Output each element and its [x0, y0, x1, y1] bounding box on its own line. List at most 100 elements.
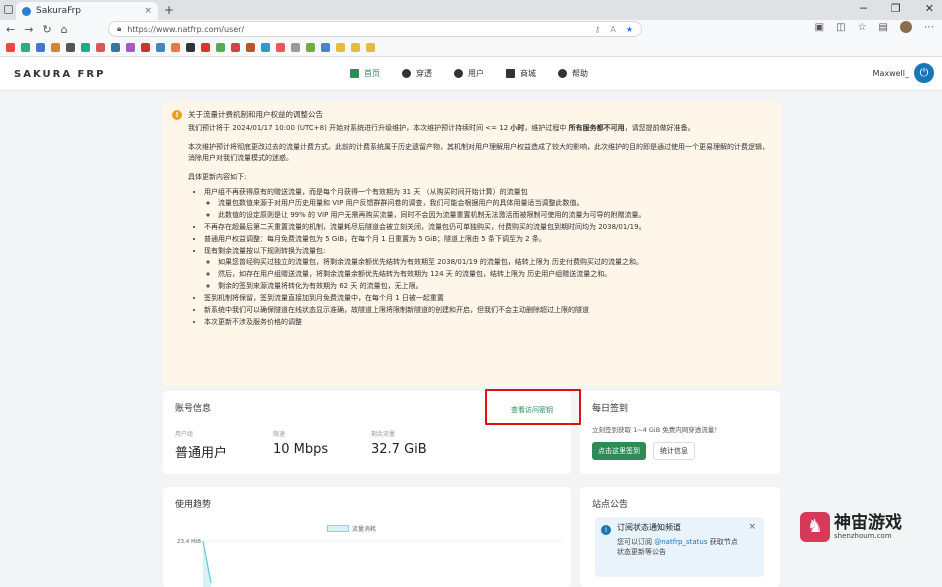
bookmark-icon[interactable]	[321, 42, 330, 52]
stat-remaining-traffic: 剩余流量 32.7 GiB	[371, 429, 469, 461]
lock-icon: 🔒︎	[117, 24, 122, 33]
bookmark-icon[interactable]	[231, 42, 240, 52]
usage-trend-card: 使用趋势 流量消耗 23.4 MiB	[163, 487, 571, 587]
bookmark-icon[interactable]	[291, 42, 300, 52]
globe-icon	[402, 69, 411, 78]
usage-chart: 23.4 MiB	[177, 539, 563, 587]
card-title: 每日签到	[592, 404, 629, 414]
address-bar[interactable]: 🔒︎ https://www.natfrp.com/user/ ⚷ A ★	[108, 21, 642, 37]
window-controls: ─ ❐ ✕	[860, 2, 934, 15]
extension-icon[interactable]: ▣	[815, 22, 824, 33]
list-item: 新系统中我们可以确保隧道在线状态显示准确，故隧道上限将限制新隧道的创建和开启，但…	[204, 305, 771, 316]
close-window-button[interactable]: ✕	[925, 2, 934, 15]
toolbar-right: ▣ ◫ ☆ ▤ ⋯	[815, 21, 934, 33]
bookmark-icon[interactable]	[246, 42, 255, 52]
notice-strong: 小时	[510, 124, 525, 132]
zoom-icon[interactable]: A	[610, 25, 615, 34]
browser-toolbar: ← → ↻ ⌂ 🔒︎ https://www.natfrp.com/user/ …	[0, 20, 942, 38]
checkin-description: 立刻签到获取 1~4 GiB 免费内网穿透流量！	[592, 426, 721, 434]
bookmark-icon[interactable]	[36, 42, 45, 52]
menu-icon[interactable]: ⋯	[924, 22, 934, 33]
tab-close-icon[interactable]: ×	[144, 6, 152, 16]
y-tick-label: 23.4 MiB	[177, 539, 201, 545]
bookmark-icon[interactable]	[171, 42, 180, 52]
announcement-text: 状态更新等公告	[617, 548, 666, 556]
new-tab-button[interactable]: +	[164, 3, 174, 17]
notice-title: 关于流量计费机制和用户权益的调整公告	[188, 110, 323, 119]
announcement-text: 获取节点	[707, 538, 738, 546]
favorite-star-icon[interactable]: ★	[626, 25, 633, 34]
bookmark-icon[interactable]	[51, 42, 60, 52]
profile-avatar[interactable]	[900, 21, 912, 33]
bookmark-icon[interactable]	[21, 42, 30, 52]
stat-label: 剩余流量	[371, 431, 396, 438]
account-stats: 用户组 普通用户 限速 10 Mbps 剩余流量 32.7 GiB	[175, 429, 469, 461]
user-icon	[454, 69, 463, 78]
notice-text: ，请您提前做好准备。	[624, 124, 695, 132]
help-icon	[558, 69, 567, 78]
notice-text: ，维护过程中	[524, 124, 569, 132]
folder-icon[interactable]	[336, 42, 345, 52]
bookmark-icon[interactable]	[201, 42, 210, 52]
checkin-button[interactable]: 点击这里签到	[592, 442, 646, 460]
list-item-text: 现有剩余流量按以下规则转换为流量包:	[204, 247, 326, 255]
checkin-actions: 点击这里签到 统计信息	[592, 442, 768, 460]
list-item: 本次更新不涉及服务价格的调整	[204, 317, 771, 328]
favorites-icon[interactable]: ☆	[858, 22, 867, 33]
bookmark-icon[interactable]	[186, 42, 195, 52]
folder-icon[interactable]	[366, 42, 375, 52]
cart-icon	[506, 69, 515, 78]
notice-strong: 所有服务都不可用	[568, 124, 625, 132]
refresh-icon[interactable]: ↻	[42, 23, 51, 36]
bookmark-icon[interactable]	[141, 42, 150, 52]
bookmark-icon[interactable]	[306, 42, 315, 52]
user-menu[interactable]: Maxwell_ ⏻	[873, 63, 934, 83]
bookmark-icon[interactable]	[66, 42, 75, 52]
statistics-button[interactable]: 统计信息	[653, 442, 695, 460]
tab-actions-icon[interactable]	[4, 5, 13, 14]
list-item: 签到机制将保留，签到流量直接加到月免费流量中，在每个月 1 日被一起重置	[204, 293, 771, 304]
split-icon[interactable]: ◫	[836, 22, 845, 33]
browser-tab-strip: SakuraFrp × + ─ ❐ ✕	[0, 0, 942, 20]
url-text: https://www.natfrp.com/user/	[127, 24, 245, 34]
channel-link[interactable]: @natfrp_status	[654, 538, 707, 546]
nav-label: 用户	[468, 69, 484, 78]
home-browser-icon[interactable]: ⌂	[61, 23, 68, 36]
stat-label: 限速	[273, 431, 286, 438]
nav-user[interactable]: 用户	[454, 68, 484, 79]
maximize-button[interactable]: ❐	[891, 2, 901, 15]
key-icon[interactable]: ⚷	[594, 25, 600, 34]
bookmark-icon[interactable]	[126, 42, 135, 52]
bookmark-icon[interactable]	[261, 42, 270, 52]
site-logo[interactable]: SAKURA FRP	[14, 69, 105, 80]
browser-tab[interactable]: SakuraFrp ×	[16, 2, 158, 20]
nav-tunnel[interactable]: 穿透	[402, 68, 432, 79]
bookmark-icon[interactable]	[156, 42, 165, 52]
bookmark-icon[interactable]	[111, 42, 120, 52]
minimize-button[interactable]: ─	[860, 2, 867, 15]
bookmark-icon[interactable]	[276, 42, 285, 52]
nav-shop[interactable]: 商城	[506, 68, 536, 79]
notice-paragraph: 本次维护预计将彻底更改过去的流量计费方式。此前的计费系统属于历史遗留产物，其机制…	[188, 143, 769, 162]
bookmark-icon[interactable]	[6, 42, 15, 52]
watermark: ♞ 神宙游戏 shenzhoum.com	[800, 512, 902, 542]
power-icon[interactable]: ⏻	[914, 63, 934, 83]
nav-help[interactable]: 帮助	[558, 68, 588, 79]
close-icon[interactable]: ×	[748, 522, 756, 532]
bookmark-icon[interactable]	[216, 42, 225, 52]
nav-home[interactable]: 首页	[350, 68, 380, 79]
collections-icon[interactable]: ▤	[879, 22, 888, 33]
bookmark-icon[interactable]	[96, 42, 105, 52]
username: Maxwell_	[872, 68, 909, 78]
folder-icon[interactable]	[351, 42, 360, 52]
stat-value: 32.7 GiB	[371, 442, 427, 457]
watermark-url: shenzhoum.com	[834, 532, 892, 540]
stat-speed-limit: 限速 10 Mbps	[273, 429, 371, 461]
warning-icon: !	[172, 110, 182, 120]
main-nav: 首页 穿透 用户 商城 帮助	[350, 68, 588, 79]
list-item: 如果您曾经购买过独立的流量包，将剩余流量余额优先结转为有效期至 2038/01/…	[218, 257, 771, 268]
bookmark-icon[interactable]	[81, 42, 90, 52]
forward-icon[interactable]: →	[24, 23, 33, 36]
list-item: 此数值的设定原则是让 99% 的 VIP 用户无需再购买流量，同时不会因为流量重…	[218, 210, 771, 221]
back-icon[interactable]: ←	[6, 23, 15, 36]
